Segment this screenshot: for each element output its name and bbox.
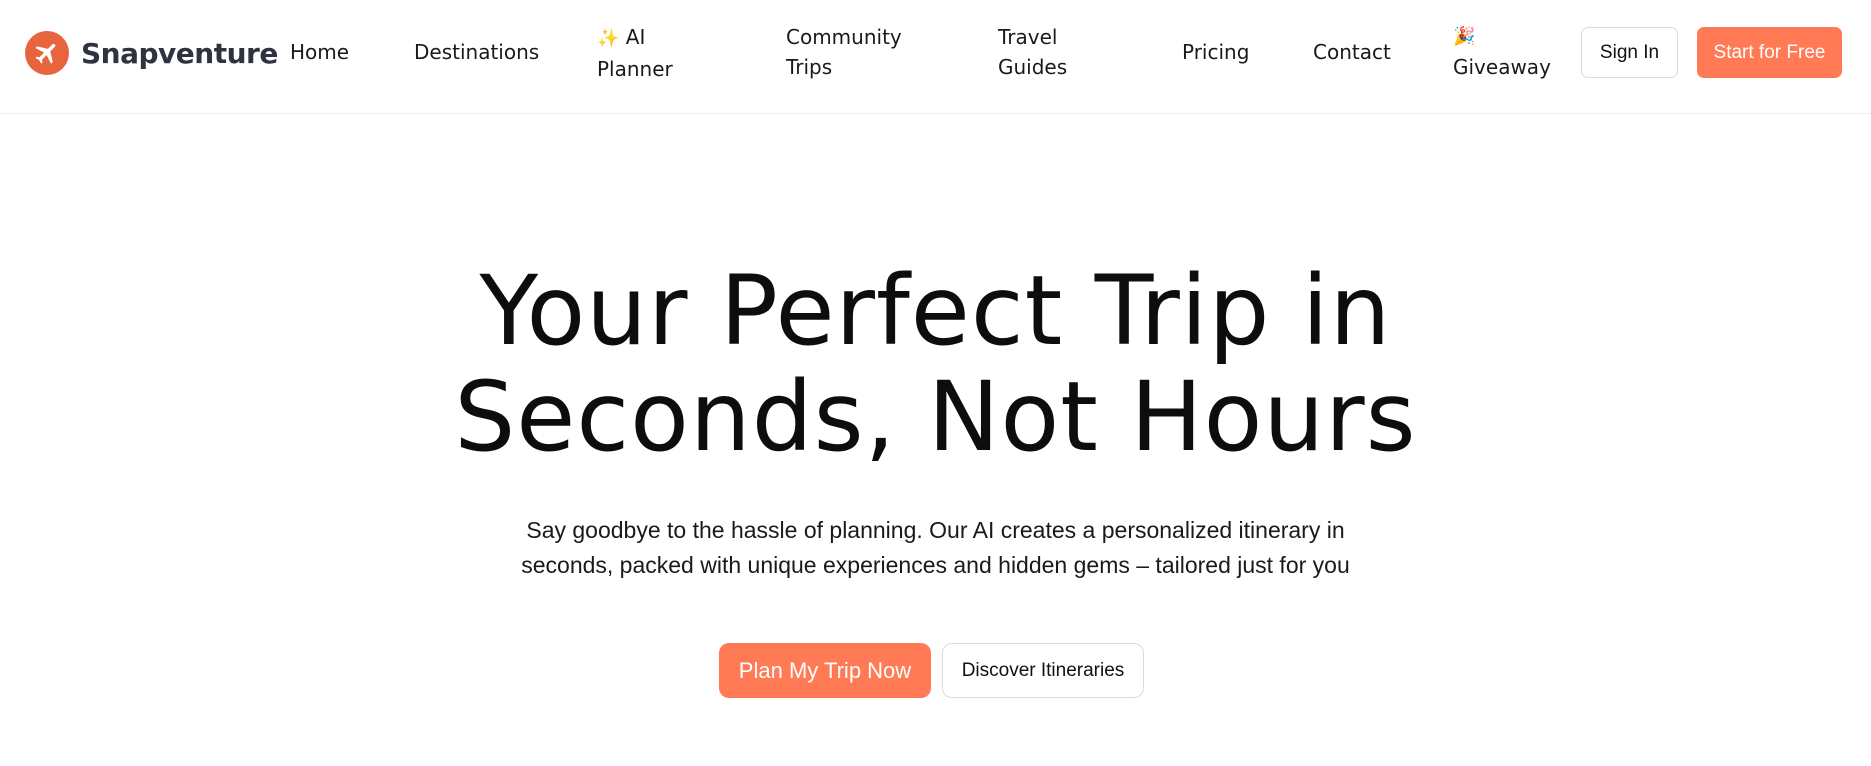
nav-community-label-2: Trips (786, 55, 833, 79)
hero-subtitle-line-1: Say goodbye to the hassle of planning. O… (526, 517, 1345, 543)
logo-link[interactable]: Snapventure (25, 31, 278, 75)
party-popper-icon: 🎉 (1453, 26, 1476, 47)
nav-ai-planner-label-1: AI (625, 25, 646, 49)
nav-giveaway[interactable]: 🎉 Giveaway (1453, 22, 1551, 82)
nav-destinations-label: Destinations (414, 40, 540, 64)
nav-pricing-label: Pricing (1182, 40, 1250, 64)
nav-community-trips[interactable]: Community Trips (786, 22, 902, 82)
sparkles-icon: ✨ (597, 28, 620, 49)
plan-trip-button[interactable]: Plan My Trip Now (719, 643, 931, 698)
hero-title-line-1: Your Perfect Trip in (479, 255, 1392, 367)
nav-ai-planner-label-2: Planner (597, 57, 673, 81)
nav-destinations[interactable]: Destinations (414, 37, 539, 67)
nav-pricing[interactable]: Pricing (1182, 37, 1249, 67)
nav-home-label: Home (290, 40, 350, 64)
hero-title: Your Perfect Trip in Seconds, Not Hours (0, 258, 1871, 470)
nav-home[interactable]: Home (290, 37, 349, 67)
nav-contact[interactable]: Contact (1313, 37, 1391, 67)
nav-guides-label-1: Travel (998, 25, 1058, 49)
discover-itineraries-button[interactable]: Discover Itineraries (942, 643, 1144, 698)
site-header: Snapventure Home Destinations ✨ AI Plann… (0, 0, 1871, 114)
nav-giveaway-label: Giveaway (1453, 55, 1551, 79)
airplane-icon (25, 31, 69, 75)
cta-row: Plan My Trip Now Discover Itineraries (0, 643, 1871, 698)
hero-title-line-2: Seconds, Not Hours (454, 361, 1417, 473)
hero-subtitle-line-2: seconds, packed with unique experiences … (521, 552, 1350, 578)
sign-in-button[interactable]: Sign In (1581, 27, 1678, 78)
nav-travel-guides[interactable]: Travel Guides (998, 22, 1067, 82)
nav-community-label-1: Community (786, 25, 902, 49)
brand-name: Snapventure (81, 36, 278, 70)
start-free-button[interactable]: Start for Free (1697, 27, 1842, 78)
nav-guides-label-2: Guides (998, 55, 1068, 79)
nav-contact-label: Contact (1313, 40, 1391, 64)
nav-ai-planner[interactable]: ✨ AI Planner (597, 22, 673, 84)
hero-subtitle: Say goodbye to the hassle of planning. O… (500, 513, 1371, 583)
